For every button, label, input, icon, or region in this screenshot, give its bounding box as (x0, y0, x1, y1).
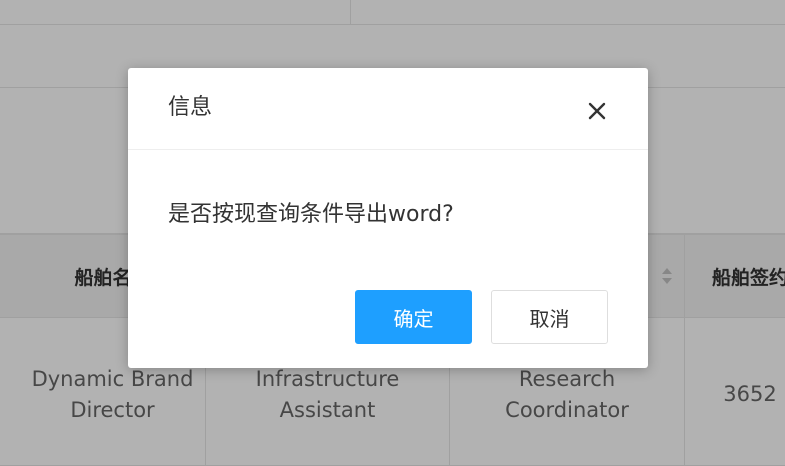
dialog-header: 信息 (128, 68, 648, 150)
dialog-title: 信息 (168, 95, 213, 120)
cancel-button[interactable]: 取消 (491, 290, 608, 344)
confirm-button[interactable]: 确定 (355, 290, 472, 344)
dialog-message: 是否按现查询条件导出word? (168, 202, 454, 227)
close-button[interactable] (581, 95, 613, 127)
page: 船舶名称 船舶签约 Dynamic Brand Director Infrast… (0, 0, 785, 466)
close-icon (588, 102, 606, 120)
confirm-dialog: 信息 是否按现查询条件导出word? 确定 取消 (128, 68, 648, 368)
